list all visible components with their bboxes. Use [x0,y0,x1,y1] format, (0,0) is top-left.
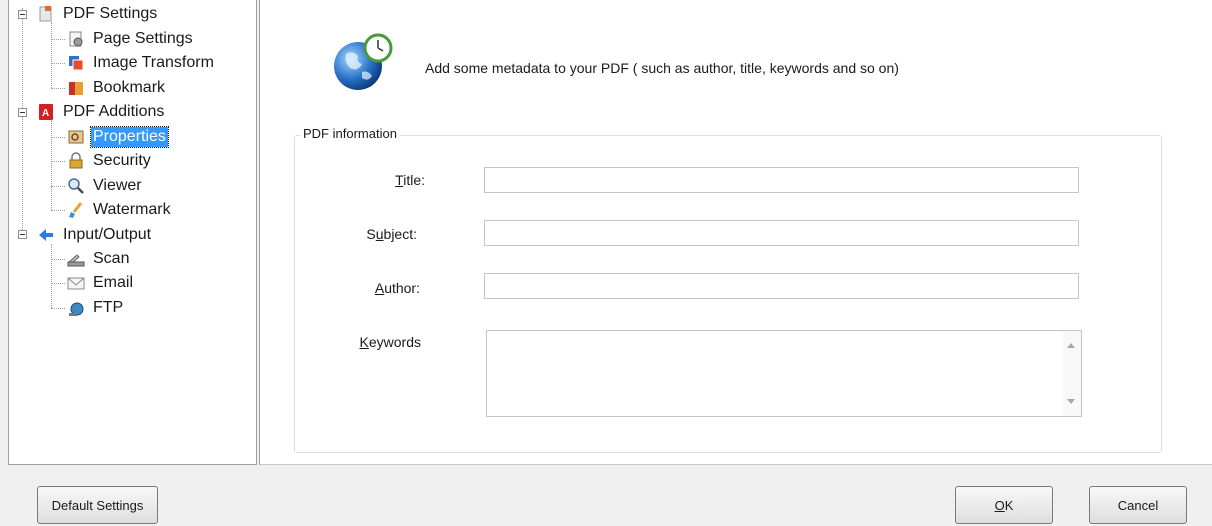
ftp-icon [67,299,85,317]
ok-label-mnemonic: O [994,497,1005,513]
tree-item-page-settings[interactable]: Page Settings [67,28,195,50]
email-envelope-icon [67,274,85,292]
watermark-brush-icon [67,201,85,219]
keywords-label: Keywords [359,334,421,350]
tree-line [22,8,23,236]
tree-line [51,210,65,211]
tree-line [51,63,65,64]
tree-line [51,88,65,89]
ok-button[interactable]: OK [955,486,1053,524]
tree-item-pdf-additions[interactable]: A PDF Additions [37,101,166,123]
page-settings-icon [67,30,85,48]
tree-item-security[interactable]: Security [67,150,153,172]
tree-item-ftp[interactable]: FTP [67,297,125,319]
tree-line [51,259,65,260]
tree-item-label: Input/Output [63,226,152,243]
collapse-toggle-pdf-additions[interactable] [18,108,27,117]
tree-item-input-output[interactable]: Input/Output [37,224,153,246]
globe-clock-icon [332,32,393,92]
keywords-scrollbar[interactable] [1063,331,1081,416]
subject-label: Subject: [366,226,417,242]
title-label: Title: [395,172,425,188]
author-input[interactable] [484,273,1079,299]
title-input[interactable] [484,167,1079,193]
tree-item-label: Email [93,274,134,291]
tree-item-watermark[interactable]: Watermark [67,199,173,221]
tree-item-label: PDF Additions [63,103,165,120]
pdf-settings-icon [37,5,55,23]
tree-item-scan[interactable]: Scan [67,248,131,270]
tree-line [51,283,65,284]
intro-text: Add some metadata to your PDF ( such as … [425,60,899,76]
author-label: Author: [374,280,420,296]
security-lock-icon [67,152,85,170]
properties-icon [67,128,85,146]
tree-line [51,308,65,309]
tree-item-email[interactable]: Email [67,272,135,294]
svg-text:A: A [42,108,49,119]
scanner-icon [67,250,85,268]
ok-label-rest: K [1004,497,1014,513]
tree-item-label: Image Transform [93,54,214,71]
default-settings-button[interactable]: Default Settings [37,486,158,524]
scroll-down-arrow-icon[interactable] [1067,399,1075,404]
pdf-additions-icon: A [37,103,55,121]
subject-input[interactable] [484,220,1079,246]
tree-line [51,22,52,88]
tree-item-bookmark[interactable]: Bookmark [67,77,167,99]
tree-item-label: Properties [90,126,169,148]
viewer-magnifier-icon [67,177,85,195]
tree-item-label: Watermark [93,201,171,218]
tree-item-label: Scan [93,250,130,267]
keywords-textarea[interactable] [486,330,1082,417]
group-title: PDF information [300,126,400,141]
properties-panel: Add some metadata to your PDF ( such as … [259,0,1212,465]
input-output-arrow-icon [37,226,55,244]
collapse-toggle-pdf-settings[interactable] [18,10,27,19]
tree-item-properties[interactable]: Properties [67,126,169,148]
tree-line [51,161,65,162]
tree-item-label: Page Settings [93,30,193,47]
tree-line [51,39,65,40]
scroll-up-arrow-icon[interactable] [1067,343,1075,348]
tree-item-label: Viewer [93,177,142,194]
tree-item-label: PDF Settings [63,5,158,22]
bookmark-icon [67,79,85,97]
cancel-button[interactable]: Cancel [1089,486,1187,524]
collapse-toggle-input-output[interactable] [18,230,27,239]
image-transform-icon [67,54,85,72]
tree-line [51,186,65,187]
tree-line [51,137,65,138]
tree-line [51,244,52,308]
tree-item-label: Bookmark [93,79,166,96]
tree-item-label: FTP [93,299,124,316]
tree-line [51,120,52,210]
tree-item-viewer[interactable]: Viewer [67,175,144,197]
tree-item-label: Security [93,152,151,169]
tree-item-pdf-settings[interactable]: PDF Settings [37,3,159,25]
settings-tree[interactable]: PDF Settings Page Settings Image Transfo… [8,0,257,465]
tree-item-image-transform[interactable]: Image Transform [67,52,216,74]
